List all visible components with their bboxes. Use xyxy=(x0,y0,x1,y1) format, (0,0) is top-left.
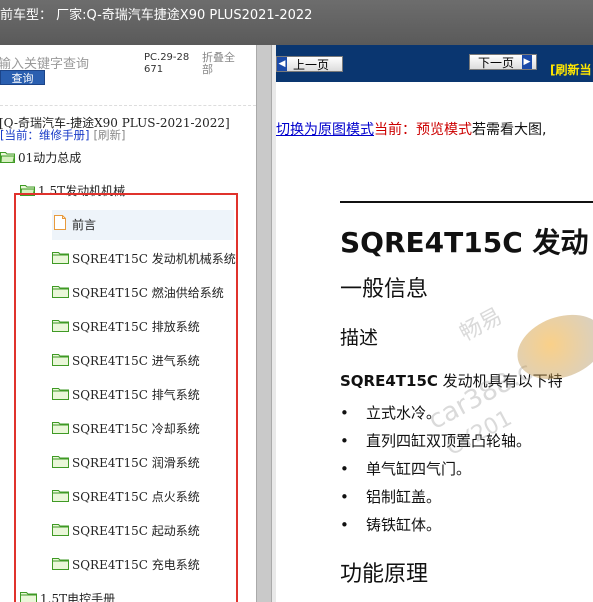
list-item-text: 铸铁缸体。 xyxy=(366,516,442,534)
folder-icon xyxy=(20,585,37,602)
vehicle-title: 前车型： 厂家:Q-奇瑞汽车捷途X90 PLUS2021-2022 xyxy=(0,8,313,23)
list-item: • 立式水冷。 xyxy=(340,401,531,429)
collapse-all-link[interactable]: 折叠全部 xyxy=(202,52,242,76)
pc-code: PC.29-28671 xyxy=(144,52,190,75)
catalog-pane: 查询 PC.29-28671 折叠全部 [Q-奇瑞汽车-捷途X90 PLUS-2… xyxy=(0,45,256,602)
tree-node[interactable]: 前言 xyxy=(52,210,234,240)
list-item: • 铝制缸盖。 xyxy=(340,485,531,513)
pane-splitter[interactable] xyxy=(256,45,272,602)
tree-node[interactable]: 01动力总成 xyxy=(0,143,81,173)
doc-lead: SQRE4T15C 发动机具有以下特 xyxy=(340,370,563,391)
tree-node[interactable]: 1.5T电控手册 xyxy=(20,584,115,602)
function-heading: 功能原理 xyxy=(340,562,429,587)
document-icon xyxy=(54,211,66,241)
bullet-icon: • xyxy=(340,432,349,450)
tree-node-label: SQRE4T15C 发动机机械系统 xyxy=(72,252,236,266)
current-mode: 当前：预览模式 xyxy=(374,122,472,138)
folder-icon xyxy=(52,517,69,547)
tree-node-label: 1.5T发动机机械 xyxy=(38,184,126,198)
tree-node[interactable]: SQRE4T15C 排放系统 xyxy=(52,312,200,342)
folder-icon xyxy=(52,381,69,411)
tree-node[interactable]: SQRE4T15C 进气系统 xyxy=(52,346,200,376)
tree-node-label: SQRE4T15C 充电系统 xyxy=(72,558,200,572)
watermark-text: 畅易 xyxy=(455,303,507,347)
folder-icon xyxy=(52,551,69,581)
folder-open-icon xyxy=(0,144,16,174)
refresh-page-link[interactable]: [刷新当 xyxy=(550,61,592,78)
folder-icon xyxy=(52,313,69,343)
doc-title: SQRE4T15C 发动 xyxy=(340,226,589,259)
query-button[interactable]: 查询 xyxy=(0,70,45,85)
folder-icon xyxy=(52,245,69,275)
tree-node-label: SQRE4T15C 燃油供给系统 xyxy=(72,286,224,300)
list-item-text: 立式水冷。 xyxy=(366,404,442,422)
tree-node[interactable]: SQRE4T15C 冷却系统 xyxy=(52,414,200,444)
bullet-icon: • xyxy=(340,488,349,506)
title-bar: 前车型： 厂家:Q-奇瑞汽车捷途X90 PLUS2021-2022 xyxy=(0,0,593,45)
tree-node-label: SQRE4T15C 进气系统 xyxy=(72,354,200,368)
divider xyxy=(0,105,256,106)
tree-node-label: SQRE4T15C 润滑系统 xyxy=(72,456,200,470)
refresh-link[interactable]: [刷新] xyxy=(93,128,125,142)
folder-open-icon xyxy=(20,177,36,207)
list-item: • 单气缸四气门。 xyxy=(340,457,531,485)
folder-icon xyxy=(52,449,69,479)
tree-node[interactable]: SQRE4T15C 发动机机械系统 xyxy=(52,244,236,274)
tree-node-label: SQRE4T15C 冷却系统 xyxy=(72,422,200,436)
next-page-button[interactable]: 下一页 ▶ xyxy=(469,54,537,70)
arrow-left-icon: ◀ xyxy=(277,57,287,71)
tree-node-label: 前言 xyxy=(72,218,97,232)
folder-icon xyxy=(52,279,69,309)
document-pane: ◀ 上一页 下一页 ▶ [刷新当 切换为原图模式当前：预览模式若需看大图, SQRE… xyxy=(276,45,593,602)
title-rule xyxy=(340,201,593,203)
feature-list: • 立式水冷。 • 直列四缸双顶置凸轮轴。 • 单气缸四气门。 • 铝制缸盖。 • 铸铁缸体。 xyxy=(340,401,531,541)
folder-icon xyxy=(52,347,69,377)
tree-node-label: 1.5T电控手册 xyxy=(40,592,116,602)
folder-icon xyxy=(52,483,69,513)
lead-text: 发动机具有以下特 xyxy=(437,372,563,390)
tree-node[interactable]: SQRE4T15C 燃油供给系统 xyxy=(52,278,224,308)
folder-icon xyxy=(52,415,69,445)
list-item-text: 直列四缸双顶置凸轮轴。 xyxy=(366,432,532,450)
mode-bar: 切换为原图模式当前：预览模式若需看大图, xyxy=(276,119,546,139)
tree-node-label: 01动力总成 xyxy=(18,151,82,165)
tree-node[interactable]: 1.5T发动机机械 xyxy=(20,176,125,206)
tree-node[interactable]: SQRE4T15C 润滑系统 xyxy=(52,448,200,478)
tree-node[interactable]: SQRE4T15C 点火系统 xyxy=(52,482,200,512)
tree-node-label: SQRE4T15C 起动系统 xyxy=(72,524,200,538)
switch-original-mode-link[interactable]: 切换为原图模式 xyxy=(276,122,374,138)
page-navbar: ◀ 上一页 下一页 ▶ [刷新当 xyxy=(276,45,593,82)
subsection-heading: 描述 xyxy=(340,327,379,349)
list-item-text: 铝制缸盖。 xyxy=(366,488,442,506)
list-item-text: 单气缸四气门。 xyxy=(366,460,472,478)
prev-page-button[interactable]: ◀ 上一页 xyxy=(276,56,343,72)
tree-node-label: SQRE4T15C 排气系统 xyxy=(72,388,200,402)
tree-node-label: SQRE4T15C 排放系统 xyxy=(72,320,200,334)
tree-node[interactable]: SQRE4T15C 起动系统 xyxy=(52,516,200,546)
tree-node[interactable]: SQRE4T15C 排气系统 xyxy=(52,380,200,410)
tree-node[interactable]: SQRE4T15C 充电系统 xyxy=(52,550,200,580)
section-heading: 一般信息 xyxy=(340,277,429,302)
tree-node-label: SQRE4T15C 点火系统 xyxy=(72,490,200,504)
engine-code: SQRE4T15C xyxy=(340,372,438,390)
mode-hint: 若需看大图, xyxy=(472,122,547,138)
bullet-icon: • xyxy=(340,404,349,422)
list-item: • 直列四缸双顶置凸轮轴。 xyxy=(340,429,531,457)
current-manual: [当前：维修手册] [刷新] xyxy=(0,127,125,143)
bullet-icon: • xyxy=(340,460,349,478)
current-manual-label[interactable]: [当前：维修手册] xyxy=(0,128,89,142)
arrow-right-icon: ▶ xyxy=(522,55,532,69)
list-item: • 铸铁缸体。 xyxy=(340,513,531,541)
bullet-icon: • xyxy=(340,516,349,534)
